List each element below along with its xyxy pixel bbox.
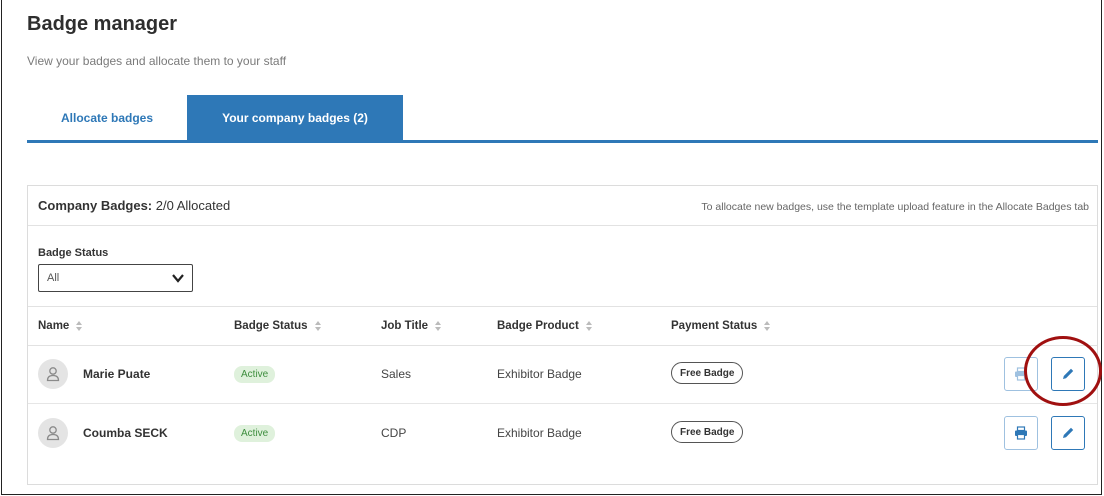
payment-status-pill: Free Badge <box>671 362 744 384</box>
company-badges-label: Company Badges: <box>38 198 153 213</box>
column-header-badge-product[interactable]: Badge Product <box>497 320 593 332</box>
highlight-circle <box>1024 336 1102 406</box>
row-badge-product: Exhibitor Badge <box>497 367 582 381</box>
column-label: Badge Status <box>234 320 308 332</box>
tab-underline <box>27 140 1098 143</box>
payment-status-pill: Free Badge <box>671 421 744 443</box>
column-header-payment-status[interactable]: Payment Status <box>671 320 771 332</box>
pencil-icon <box>1063 427 1074 438</box>
user-icon <box>38 418 68 448</box>
table-row: Marie Puate Active Sales Exhibitor Badge… <box>28 346 1097 404</box>
column-header-badge-status[interactable]: Badge Status <box>234 320 322 332</box>
printer-icon <box>1015 426 1027 440</box>
company-badges-summary: Company Badges: 2/0 Allocated <box>38 198 230 213</box>
sort-icon <box>585 321 592 331</box>
column-label: Job Title <box>381 320 429 332</box>
chevron-down-icon <box>172 274 184 283</box>
row-name: Marie Puate <box>83 367 151 381</box>
column-label: Badge Product <box>497 320 579 332</box>
sort-icon <box>435 321 442 331</box>
badge-status-filter-label: Badge Status <box>38 247 109 259</box>
panel-header: Company Badges: 2/0 Allocated To allocat… <box>28 186 1097 226</box>
column-label: Payment Status <box>671 320 758 332</box>
badge-status-selected: All <box>47 272 60 284</box>
tab-your-company-badges[interactable]: Your company badges (2) <box>187 95 403 141</box>
tab-strip: Allocate badges Your company badges (2) <box>27 95 1098 145</box>
edit-badge-button[interactable] <box>1051 416 1085 450</box>
table-row: Coumba SECK Active CDP Exhibitor Badge F… <box>28 405 1097 463</box>
row-job-title: CDP <box>381 426 407 440</box>
user-icon <box>38 359 68 389</box>
column-header-name[interactable]: Name <box>38 320 83 332</box>
row-name: Coumba SECK <box>83 426 168 440</box>
page-title: Badge manager <box>27 13 178 35</box>
table-header: Name Badge Status Job Title Badge Produc… <box>28 306 1097 346</box>
company-badges-panel: Company Badges: 2/0 Allocated To allocat… <box>27 185 1098 485</box>
tab-allocate-badges[interactable]: Allocate badges <box>27 95 187 141</box>
sort-icon <box>764 321 771 331</box>
print-badge-button[interactable] <box>1004 416 1038 450</box>
badge-status-select[interactable]: All <box>38 264 193 292</box>
allocate-hint: To allocate new badges, use the template… <box>701 201 1089 213</box>
row-badge-product: Exhibitor Badge <box>497 426 582 440</box>
company-badges-value: 2/0 Allocated <box>155 198 231 213</box>
status-badge: Active <box>234 366 276 383</box>
row-job-title: Sales <box>381 367 412 381</box>
column-label: Name <box>38 320 70 332</box>
sort-icon <box>76 321 83 331</box>
page-subtitle: View your badges and allocate them to yo… <box>27 54 287 68</box>
column-header-job-title[interactable]: Job Title <box>381 320 442 332</box>
sort-icon <box>314 321 321 331</box>
status-badge: Active <box>234 425 276 442</box>
